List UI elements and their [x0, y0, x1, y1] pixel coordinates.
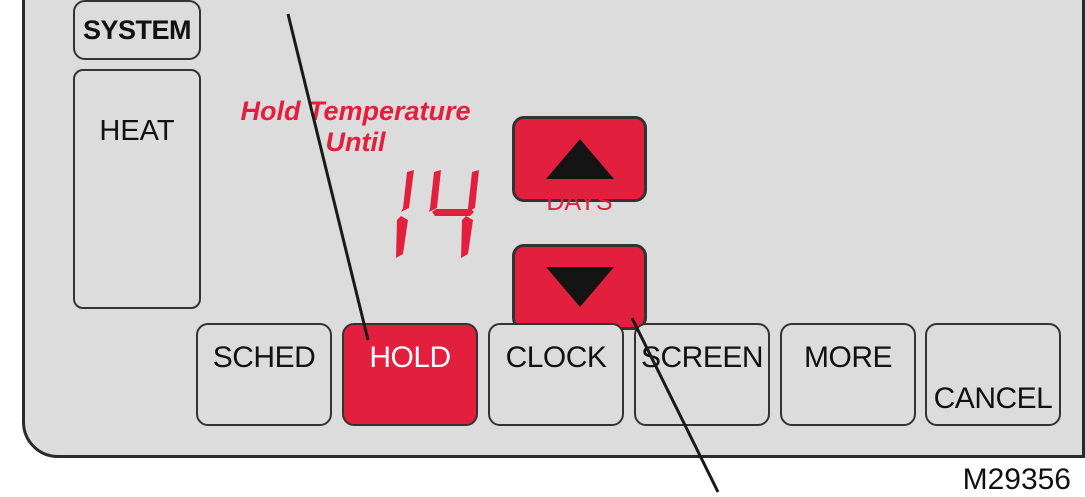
leader-line-hold	[286, 13, 370, 341]
leader-line-down-arrow	[630, 317, 720, 493]
figure-id: M29356	[962, 463, 1071, 496]
callout-leader-lines	[286, 13, 720, 493]
